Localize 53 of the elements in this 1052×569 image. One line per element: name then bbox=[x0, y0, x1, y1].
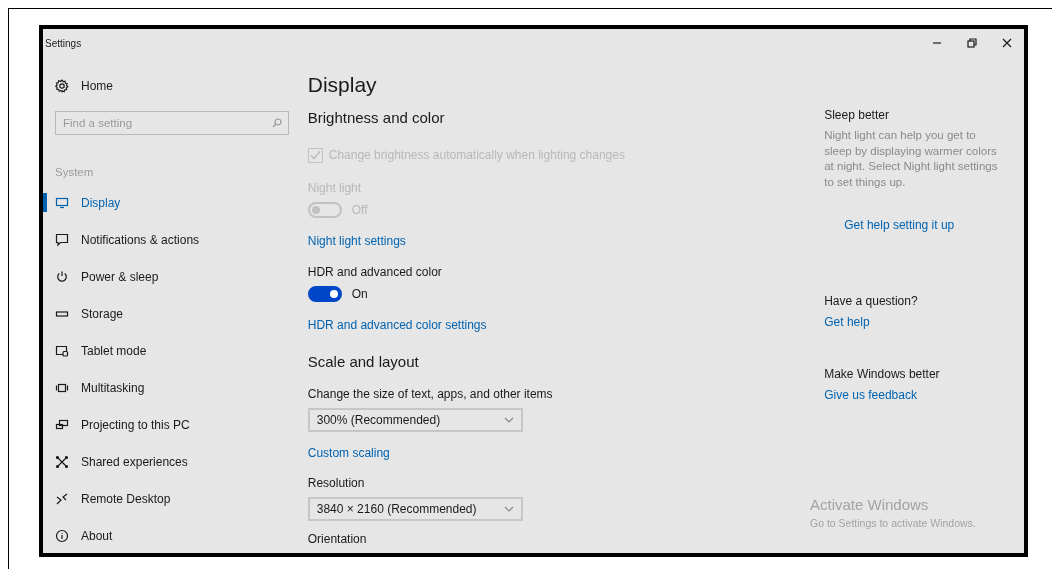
sidebar-item[interactable]: Shared experiences bbox=[55, 443, 289, 480]
page-title: Display bbox=[307, 72, 378, 98]
settings-link[interactable]: Custom scaling bbox=[307, 446, 390, 460]
dropdown[interactable]: 300% (Recommended) bbox=[307, 408, 523, 432]
search-icon bbox=[271, 118, 282, 128]
chevron-down-icon bbox=[503, 417, 514, 423]
gear-icon bbox=[55, 78, 69, 93]
close-icon bbox=[1001, 38, 1012, 48]
sidebar-item[interactable]: Tablet mode bbox=[55, 332, 289, 369]
home-link[interactable]: Home bbox=[55, 67, 289, 104]
remote-connection-icon bbox=[55, 491, 69, 506]
info-icon bbox=[55, 528, 69, 543]
sidebar-item[interactable]: Remote Desktop bbox=[55, 480, 289, 517]
chevron-down-icon bbox=[503, 506, 514, 512]
crossed-arrows-icon bbox=[55, 454, 69, 469]
sidebar-item[interactable]: Notifications & actions bbox=[55, 221, 289, 258]
tablet-icon bbox=[55, 343, 69, 358]
sidebar-item[interactable]: Power & sleep bbox=[55, 258, 289, 295]
activation-title: Activate Windows bbox=[810, 495, 930, 515]
aside-heading: Have a question? bbox=[824, 293, 919, 309]
help-link[interactable]: Get help bbox=[824, 315, 870, 329]
toggle-state: On bbox=[351, 286, 368, 303]
activation-message: Go to Settings to activate Windows. bbox=[810, 516, 976, 530]
speech-bubble-icon bbox=[55, 232, 69, 247]
monitor-icon bbox=[55, 195, 69, 210]
setting-label: HDR and advanced color bbox=[307, 264, 443, 280]
help-link[interactable]: Get help setting it up bbox=[844, 218, 955, 232]
toggle-switch[interactable] bbox=[307, 286, 342, 302]
section-label: System bbox=[55, 165, 95, 180]
checkmark-icon bbox=[309, 149, 321, 161]
sidebar-item[interactable]: About bbox=[55, 517, 289, 554]
power-icon bbox=[55, 269, 69, 284]
projector-screen-icon bbox=[55, 417, 69, 432]
settings-link[interactable]: HDR and advanced color settings bbox=[307, 318, 487, 332]
setting-label: Orientation bbox=[307, 531, 368, 547]
section-heading: Scale and layout bbox=[307, 352, 420, 372]
setting-label: Change the size of text, apps, and other items bbox=[307, 386, 554, 402]
window-title: Settings bbox=[45, 36, 82, 51]
setting-label: Resolution bbox=[307, 475, 366, 491]
aside-heading: Sleep better bbox=[824, 107, 890, 123]
sidebar-item[interactable]: Projecting to this PC bbox=[55, 406, 289, 443]
search-field[interactable]: Find a setting bbox=[55, 111, 289, 135]
section-heading: Brightness and color bbox=[307, 108, 446, 128]
help-link[interactable]: Give us feedback bbox=[824, 388, 917, 402]
sidebar-item[interactable]: Display bbox=[55, 184, 289, 221]
sidebar-item[interactable]: Storage bbox=[55, 295, 289, 332]
settings-link[interactable]: Night light settings bbox=[307, 234, 406, 248]
restore-icon bbox=[966, 38, 977, 48]
selection-indicator bbox=[43, 193, 47, 212]
dropdown[interactable]: 3840 × 2160 (Recommended) bbox=[307, 497, 523, 521]
aside-description: Night light can help you get to sleep by displaying warmer colors at night. Select Night light settings to set things up. bbox=[824, 128, 999, 190]
sidebar-item[interactable]: Multitasking bbox=[55, 369, 289, 406]
aside-heading: Make Windows better bbox=[824, 366, 941, 382]
